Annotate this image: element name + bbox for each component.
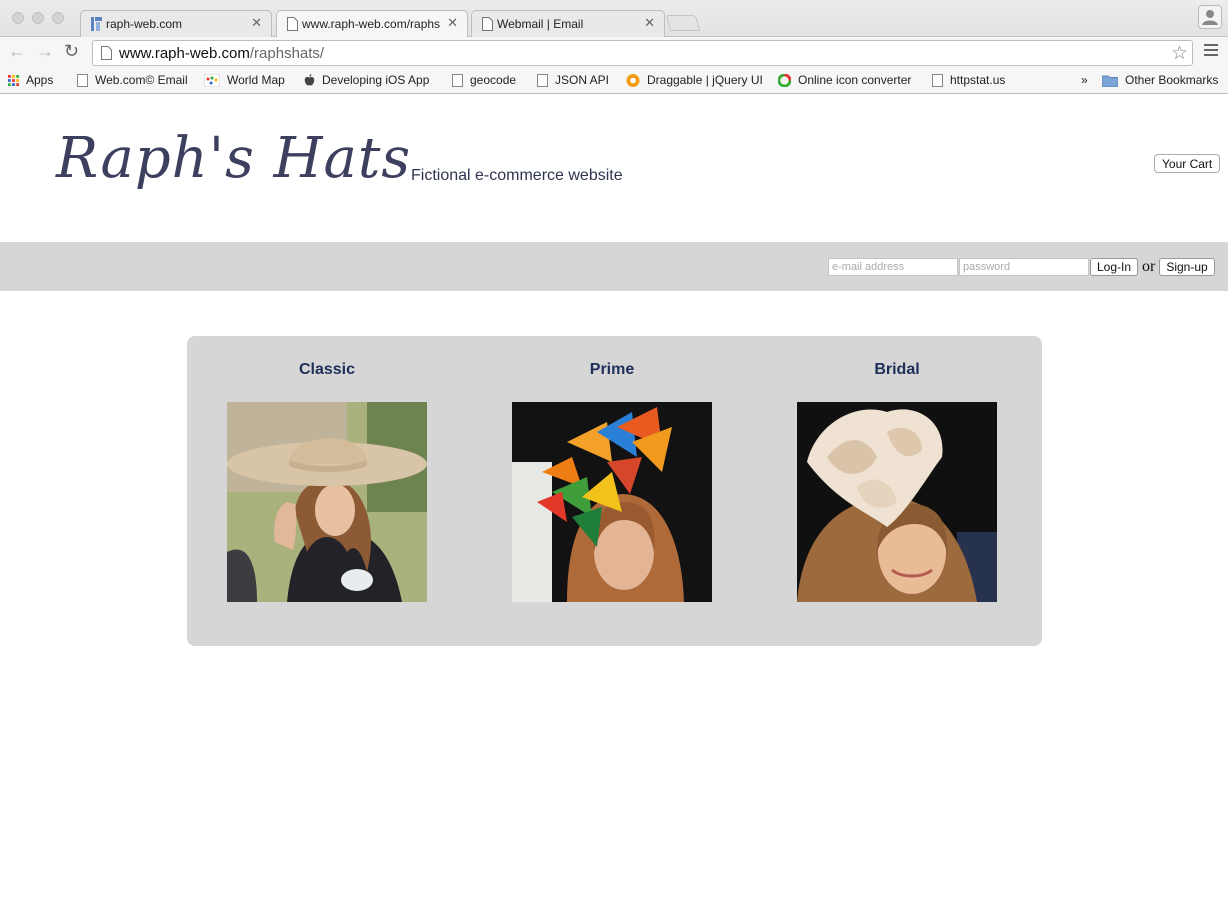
folder-icon — [1102, 75, 1118, 87]
page-icon — [452, 73, 463, 87]
bookmark-label: Developing iOS App — [322, 73, 430, 87]
browser-tab-raphshats[interactable]: www.raph-web.com/raphs ✕ — [276, 10, 468, 38]
browser-tab-raph-web[interactable]: raph-web.com ✕ — [80, 10, 272, 37]
page-icon — [287, 17, 298, 31]
page-icon — [101, 46, 112, 60]
bookmark-label: Web.com© Email — [95, 73, 188, 87]
apps-grid-icon — [8, 74, 19, 86]
page-icon — [537, 73, 548, 87]
category-image-classic[interactable] — [227, 402, 427, 602]
url-host: www.raph-web.com — [119, 45, 250, 62]
browser-tab-webmail[interactable]: Webmail | Email ✕ — [471, 10, 665, 37]
email-field[interactable] — [828, 258, 958, 276]
or-separator: or — [1142, 258, 1156, 275]
bookmark-label: JSON API — [555, 73, 610, 87]
chrome-menu-icon[interactable] — [1204, 44, 1218, 59]
category-title[interactable]: Classic — [227, 361, 427, 379]
back-arrow-icon[interactable]: ← — [8, 42, 26, 60]
window-zoom-button[interactable] — [52, 12, 64, 24]
profile-button[interactable] — [1198, 5, 1222, 29]
your-cart-button[interactable]: Your Cart — [1154, 154, 1221, 173]
bookmarks-bar: Apps Web.com© Email World Map Developing… — [0, 67, 1228, 94]
password-field[interactable] — [959, 258, 1089, 276]
overflow-label: » — [1081, 73, 1088, 87]
bookmark-online-icon-converter[interactable]: Online icon converter — [778, 73, 911, 87]
category-panel: Classic Prime Bridal — [187, 336, 1042, 646]
converter-icon — [778, 73, 791, 87]
bookmark-label: Draggable | jQuery UI — [647, 73, 763, 87]
window-close-button[interactable] — [12, 12, 24, 24]
tab-title: raph-web.com — [106, 17, 183, 31]
person-icon — [1202, 10, 1218, 25]
world-map-icon — [204, 73, 220, 87]
bookmark-world-map[interactable]: World Map — [204, 73, 285, 87]
category-image-bridal[interactable] — [797, 402, 997, 602]
bookmark-label: Online icon converter — [798, 73, 912, 87]
url-path: /raphshats/ — [249, 45, 325, 62]
bookmark-label: Apps — [26, 73, 54, 87]
jquery-ui-icon — [626, 73, 640, 87]
bookmark-other-bookmarks[interactable]: Other Bookmarks — [1102, 73, 1218, 87]
bookmark-geocode[interactable]: geocode — [452, 73, 516, 87]
tab-close-icon[interactable]: ✕ — [447, 15, 458, 31]
login-button[interactable]: Log-In — [1090, 258, 1138, 276]
tab-title: Webmail | Email — [497, 17, 584, 31]
bookmark-label: httpstat.us — [950, 73, 1006, 87]
login-bar: Log-In or Sign-up — [0, 242, 1228, 291]
tab-close-icon[interactable]: ✕ — [251, 15, 262, 31]
bookmark-star-icon[interactable]: ☆ — [1171, 42, 1188, 65]
bookmarks-overflow-chevron-icon[interactable]: » — [1081, 73, 1088, 87]
tab-title: www.raph-web.com/raphs — [302, 17, 441, 31]
category-image-prime[interactable] — [512, 402, 712, 602]
address-url: www.raph-web.com/raphshats/ — [119, 45, 324, 62]
bookmark-webcom-email[interactable]: Web.com© Email — [77, 73, 188, 87]
site-tagline: Fictional e-commerce website — [411, 167, 623, 184]
page-icon — [932, 73, 943, 87]
bookmark-httpstat[interactable]: httpstat.us — [932, 73, 1005, 87]
reload-icon[interactable]: ↻ — [64, 42, 79, 60]
site-logo[interactable]: Raph's Hats — [56, 126, 411, 191]
address-bar[interactable]: www.raph-web.com/raphshats/ ☆ — [92, 40, 1193, 66]
bookmark-draggable-jquery-ui[interactable]: Draggable | jQuery UI — [626, 73, 763, 87]
new-tab-button[interactable] — [665, 15, 701, 31]
raph-web-favicon-icon — [91, 17, 102, 31]
signup-button[interactable]: Sign-up — [1159, 258, 1215, 276]
browser-tab-strip: raph-web.com ✕ www.raph-web.com/raphs ✕ … — [0, 0, 1228, 38]
bookmark-json-api[interactable]: JSON API — [537, 73, 609, 87]
page-icon — [77, 73, 88, 87]
apple-icon — [304, 73, 315, 85]
page-icon — [482, 17, 493, 31]
browser-toolbar: ← → ↻ www.raph-web.com/raphshats/ ☆ — [0, 37, 1228, 67]
category-title[interactable]: Prime — [512, 361, 712, 379]
bookmark-label: Other Bookmarks — [1125, 73, 1219, 87]
bookmark-label: World Map — [227, 73, 285, 87]
tab-close-icon[interactable]: ✕ — [644, 15, 655, 31]
bookmark-label: geocode — [470, 73, 517, 87]
bookmark-developing-ios[interactable]: Developing iOS App — [304, 73, 429, 87]
category-title[interactable]: Bridal — [797, 361, 997, 379]
window-minimize-button[interactable] — [32, 12, 44, 24]
bookmark-apps[interactable]: Apps — [8, 73, 53, 87]
forward-arrow-icon[interactable]: → — [36, 42, 54, 60]
